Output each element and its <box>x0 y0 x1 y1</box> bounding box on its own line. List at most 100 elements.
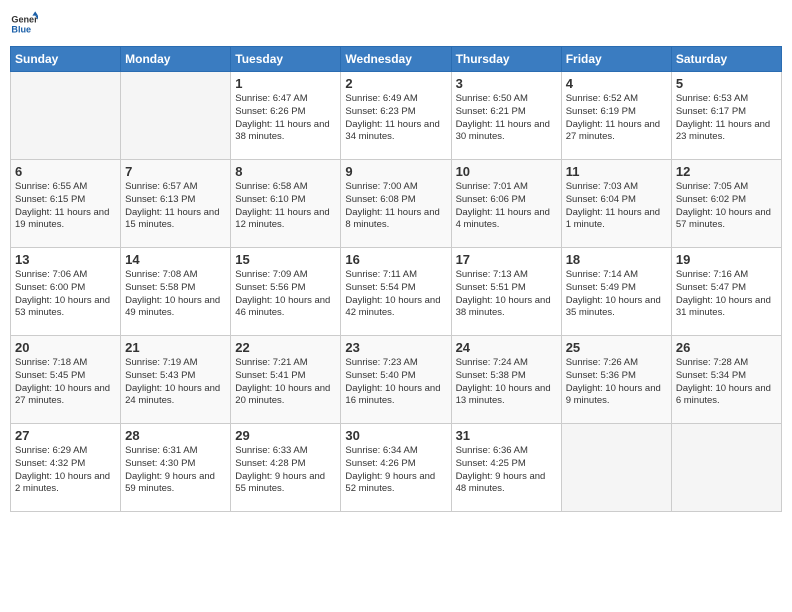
calendar-cell: 15 Sunrise: 7:09 AM Sunset: 5:56 PM Dayli… <box>231 248 341 336</box>
cell-info: Sunrise: 6:58 AM Sunset: 6:10 PM Dayligh… <box>235 181 336 232</box>
day-number: 14 <box>125 252 226 267</box>
calendar-cell: 2 Sunrise: 6:49 AM Sunset: 6:23 PM Daylig… <box>341 72 451 160</box>
calendar-cell: 27 Sunrise: 6:29 AM Sunset: 4:32 PM Dayli… <box>11 424 121 512</box>
weekday-header-saturday: Saturday <box>671 47 781 72</box>
calendar-cell <box>121 72 231 160</box>
day-number: 22 <box>235 340 336 355</box>
cell-info: Sunrise: 7:24 AM Sunset: 5:38 PM Dayligh… <box>456 357 557 408</box>
weekday-header-tuesday: Tuesday <box>231 47 341 72</box>
calendar-cell: 20 Sunrise: 7:18 AM Sunset: 5:45 PM Dayli… <box>11 336 121 424</box>
cell-info: Sunrise: 6:31 AM Sunset: 4:30 PM Dayligh… <box>125 445 226 496</box>
weekday-header-thursday: Thursday <box>451 47 561 72</box>
calendar-cell <box>561 424 671 512</box>
day-number: 26 <box>676 340 777 355</box>
calendar-cell: 24 Sunrise: 7:24 AM Sunset: 5:38 PM Dayli… <box>451 336 561 424</box>
calendar-cell: 18 Sunrise: 7:14 AM Sunset: 5:49 PM Dayli… <box>561 248 671 336</box>
cell-info: Sunrise: 6:50 AM Sunset: 6:21 PM Dayligh… <box>456 93 557 144</box>
calendar-cell <box>671 424 781 512</box>
cell-info: Sunrise: 6:36 AM Sunset: 4:25 PM Dayligh… <box>456 445 557 496</box>
calendar-cell: 1 Sunrise: 6:47 AM Sunset: 6:26 PM Daylig… <box>231 72 341 160</box>
day-number: 6 <box>15 164 116 179</box>
day-number: 4 <box>566 76 667 91</box>
day-number: 24 <box>456 340 557 355</box>
cell-info: Sunrise: 7:00 AM Sunset: 6:08 PM Dayligh… <box>345 181 446 232</box>
cell-info: Sunrise: 6:47 AM Sunset: 6:26 PM Dayligh… <box>235 93 336 144</box>
cell-info: Sunrise: 6:55 AM Sunset: 6:15 PM Dayligh… <box>15 181 116 232</box>
day-number: 12 <box>676 164 777 179</box>
cell-info: Sunrise: 7:08 AM Sunset: 5:58 PM Dayligh… <box>125 269 226 320</box>
calendar-cell: 4 Sunrise: 6:52 AM Sunset: 6:19 PM Daylig… <box>561 72 671 160</box>
cell-info: Sunrise: 7:23 AM Sunset: 5:40 PM Dayligh… <box>345 357 446 408</box>
cell-info: Sunrise: 7:06 AM Sunset: 6:00 PM Dayligh… <box>15 269 116 320</box>
cell-info: Sunrise: 6:49 AM Sunset: 6:23 PM Dayligh… <box>345 93 446 144</box>
cell-info: Sunrise: 7:26 AM Sunset: 5:36 PM Dayligh… <box>566 357 667 408</box>
calendar-cell: 21 Sunrise: 7:19 AM Sunset: 5:43 PM Dayli… <box>121 336 231 424</box>
calendar-cell: 26Sunrise: 7:28 AM Sunset: 5:34 PM Dayli… <box>671 336 781 424</box>
calendar-cell: 8 Sunrise: 6:58 AM Sunset: 6:10 PM Daylig… <box>231 160 341 248</box>
cell-info: Sunrise: 7:18 AM Sunset: 5:45 PM Dayligh… <box>15 357 116 408</box>
cell-info: Sunrise: 7:16 AM Sunset: 5:47 PM Dayligh… <box>676 269 777 320</box>
calendar-cell: 19 Sunrise: 7:16 AM Sunset: 5:47 PM Dayli… <box>671 248 781 336</box>
day-number: 10 <box>456 164 557 179</box>
calendar-cell: 14 Sunrise: 7:08 AM Sunset: 5:58 PM Dayli… <box>121 248 231 336</box>
cell-info: Sunrise: 7:03 AM Sunset: 6:04 PM Dayligh… <box>566 181 667 232</box>
cell-info: Sunrise: 6:52 AM Sunset: 6:19 PM Dayligh… <box>566 93 667 144</box>
cell-info: Sunrise: 6:34 AM Sunset: 4:26 PM Dayligh… <box>345 445 446 496</box>
cell-info: Sunrise: 7:09 AM Sunset: 5:56 PM Dayligh… <box>235 269 336 320</box>
svg-text:General: General <box>11 15 38 25</box>
weekday-header-wednesday: Wednesday <box>341 47 451 72</box>
day-number: 15 <box>235 252 336 267</box>
day-number: 28 <box>125 428 226 443</box>
svg-text:Blue: Blue <box>11 24 31 34</box>
day-number: 11 <box>566 164 667 179</box>
day-number: 9 <box>345 164 446 179</box>
calendar-cell: 31 Sunrise: 6:36 AM Sunset: 4:25 PM Dayli… <box>451 424 561 512</box>
calendar-table: SundayMondayTuesdayWednesdayThursdayFrid… <box>10 46 782 512</box>
calendar-cell: 17 Sunrise: 7:13 AM Sunset: 5:51 PM Dayli… <box>451 248 561 336</box>
cell-info: Sunrise: 7:14 AM Sunset: 5:49 PM Dayligh… <box>566 269 667 320</box>
calendar-cell: 3 Sunrise: 6:50 AM Sunset: 6:21 PM Daylig… <box>451 72 561 160</box>
calendar-cell: 23 Sunrise: 7:23 AM Sunset: 5:40 PM Dayli… <box>341 336 451 424</box>
day-number: 5 <box>676 76 777 91</box>
calendar-cell: 6 Sunrise: 6:55 AM Sunset: 6:15 PM Daylig… <box>11 160 121 248</box>
calendar-cell: 9 Sunrise: 7:00 AM Sunset: 6:08 PM Daylig… <box>341 160 451 248</box>
cell-info: Sunrise: 7:19 AM Sunset: 5:43 PM Dayligh… <box>125 357 226 408</box>
day-number: 18 <box>566 252 667 267</box>
calendar-cell: 11 Sunrise: 7:03 AM Sunset: 6:04 PM Dayli… <box>561 160 671 248</box>
calendar-cell <box>11 72 121 160</box>
day-number: 23 <box>345 340 446 355</box>
day-number: 25 <box>566 340 667 355</box>
calendar-cell: 29 Sunrise: 6:33 AM Sunset: 4:28 PM Dayli… <box>231 424 341 512</box>
calendar-cell: 30 Sunrise: 6:34 AM Sunset: 4:26 PM Dayli… <box>341 424 451 512</box>
day-number: 19 <box>676 252 777 267</box>
cell-info: Sunrise: 7:13 AM Sunset: 5:51 PM Dayligh… <box>456 269 557 320</box>
day-number: 21 <box>125 340 226 355</box>
calendar-cell: 12Sunrise: 7:05 AM Sunset: 6:02 PM Dayli… <box>671 160 781 248</box>
cell-info: Sunrise: 7:11 AM Sunset: 5:54 PM Dayligh… <box>345 269 446 320</box>
calendar-cell: 13 Sunrise: 7:06 AM Sunset: 6:00 PM Dayli… <box>11 248 121 336</box>
page-header: General Blue <box>10 10 782 38</box>
day-number: 8 <box>235 164 336 179</box>
cell-info: Sunrise: 6:29 AM Sunset: 4:32 PM Dayligh… <box>15 445 116 496</box>
weekday-header-friday: Friday <box>561 47 671 72</box>
cell-info: Sunrise: 6:33 AM Sunset: 4:28 PM Dayligh… <box>235 445 336 496</box>
day-number: 31 <box>456 428 557 443</box>
cell-info: Sunrise: 7:01 AM Sunset: 6:06 PM Dayligh… <box>456 181 557 232</box>
calendar-cell: 5Sunrise: 6:53 AM Sunset: 6:17 PM Daylig… <box>671 72 781 160</box>
day-number: 13 <box>15 252 116 267</box>
day-number: 2 <box>345 76 446 91</box>
logo-icon: General Blue <box>10 10 38 38</box>
day-number: 16 <box>345 252 446 267</box>
calendar-cell: 22Sunrise: 7:21 AM Sunset: 5:41 PM Dayli… <box>231 336 341 424</box>
calendar-cell: 28 Sunrise: 6:31 AM Sunset: 4:30 PM Dayli… <box>121 424 231 512</box>
day-number: 7 <box>125 164 226 179</box>
day-number: 1 <box>235 76 336 91</box>
day-number: 20 <box>15 340 116 355</box>
calendar-cell: 16 Sunrise: 7:11 AM Sunset: 5:54 PM Dayli… <box>341 248 451 336</box>
calendar-cell: 10 Sunrise: 7:01 AM Sunset: 6:06 PM Dayli… <box>451 160 561 248</box>
day-number: 30 <box>345 428 446 443</box>
day-number: 27 <box>15 428 116 443</box>
day-number: 3 <box>456 76 557 91</box>
day-number: 29 <box>235 428 336 443</box>
day-number: 17 <box>456 252 557 267</box>
